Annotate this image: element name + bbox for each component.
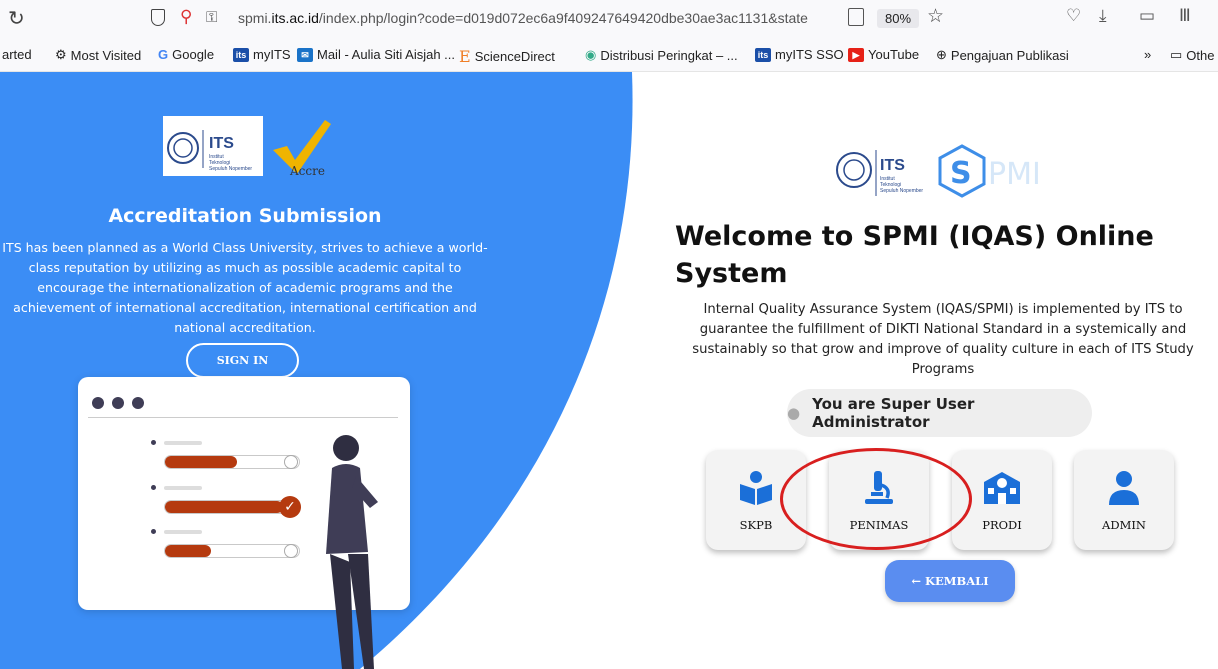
bookmark-youtube[interactable]: ▶ YouTube [848,47,919,62]
progress-fill [165,501,283,513]
page-icon[interactable]: ▭ [1139,6,1155,26]
svg-text:S: S [950,156,972,191]
bookmark-star-icon[interactable]: ☆ [927,5,944,27]
pocket-icon[interactable]: ♡ [1066,6,1081,26]
left-panel: ITS Institut Teknologi Sepuluh Nopember … [0,72,500,669]
mail-icon: ✉ [297,47,313,62]
window-dot [112,397,124,409]
bookmark-other[interactable]: ▭ Othe [1170,47,1214,63]
myits-sso-icon: its [755,47,771,62]
text-line [164,441,202,445]
bullet [151,485,156,490]
signal-icon: ◉ [585,47,597,62]
bookmark-sciencedirect[interactable]: E ScienceDirect [459,47,555,66]
myits-icon: its [233,47,249,62]
bookmark-distribusi[interactable]: ◉ Distribusi Peringkat – ... [585,47,738,63]
user-role-badge: ● You are Super User Administrator [787,389,1092,437]
tile-label: PRODI [982,518,1022,532]
reload-icon[interactable]: ↻ [8,6,25,30]
spmi-logo: S PMI [938,144,1041,198]
text-line [164,530,202,534]
address-bar: ↻ ⚲ ⚿ spmi.its.ac.id/index.php/login?cod… [0,0,1218,38]
accreditation-description: ITS has been planned as a World Class Un… [2,240,488,335]
intro-text: Internal Quality Assurance System (IQAS/… [692,302,1194,377]
bookmark-google[interactable]: G Google [158,47,214,62]
google-icon: G [158,47,169,62]
person-illustration [326,435,378,669]
reader-view-icon[interactable] [848,8,864,26]
shield-icon[interactable] [151,9,165,26]
url-field[interactable]: spmi.its.ac.id/index.php/login?code=d019… [238,10,838,26]
bookmark-myits[interactable]: its myITS [233,47,291,62]
bullet [151,440,156,445]
svg-text:Sepuluh Nopember: Sepuluh Nopember [880,188,923,194]
bookmark-pengajuan[interactable]: ⊕ Pengajuan Publikasi [936,47,1069,63]
youtube-icon: ▶ [848,47,864,62]
card-divider [88,417,398,418]
svg-text:Sepuluh Nopember: Sepuluh Nopember [209,166,252,172]
user-icon [1074,470,1174,506]
welcome-heading: Welcome to SPMI (IQAS) Online System [675,221,1154,289]
user-role-text: You are Super User Administrator [812,395,975,431]
accre-logo-text: Accre [290,164,325,178]
its-right-logo-text: ITS [880,157,905,174]
progress-fill [165,545,211,557]
unchecked-circle-icon [284,544,298,558]
checkmark-icon: ✓ [279,496,301,518]
permissions-icon[interactable]: ⚲ [180,7,192,27]
bullet [151,529,156,534]
red-highlight-ellipse [780,448,972,550]
bookmark-myits-sso[interactable]: its myITS SSO [755,47,844,62]
overflow-chevron-icon[interactable]: » [1144,47,1151,62]
its-logo-text: ITS [209,135,234,152]
zoom-level[interactable]: 80% [877,9,920,28]
unchecked-circle-icon [284,455,298,469]
library-icon[interactable]: Ⅲ [1179,6,1191,26]
connection-icon[interactable]: ⚿ [206,8,217,26]
sign-in-button[interactable]: SIGN IN [186,343,299,378]
globe-icon: ⊕ [936,47,947,62]
downloads-icon[interactable]: ⤓ [1099,6,1107,26]
back-button[interactable]: ← KEMBALI [885,560,1015,602]
its-logo: ITS Institut Teknologi Sepuluh Nopember [163,116,263,176]
window-dot [92,397,104,409]
progress-bar [164,544,300,558]
folder-icon: ▭ [1170,47,1183,62]
gear-icon: ⚙ [55,47,67,62]
tile-admin[interactable]: ADMIN [1074,450,1174,550]
bookmark-mail[interactable]: ✉ Mail - Aulia Siti Aisjah ... [297,47,455,62]
accreditation-title: Accreditation Submission [108,205,382,227]
progress-bar [164,455,300,469]
progress-fill [165,456,238,468]
bookmarks-bar: arted ⚙ Most Visited G Google its myITS ✉ Ma… [0,38,1218,72]
right-panel: ITS Institut Teknologi Sepuluh Nopember … [650,72,1218,669]
bookmark-most-visited[interactable]: ⚙ Most Visited [55,47,141,63]
tile-label: ADMIN [1102,518,1146,532]
window-dot [132,397,144,409]
spmi-logo-text: PMI [988,157,1041,192]
bookmark-started[interactable]: arted [2,47,32,62]
sciencedirect-icon: E [459,47,471,66]
its-logo-right: ITS Institut Teknologi Sepuluh Nopember [836,150,923,196]
user-icon: ● [787,404,801,422]
text-line [164,486,202,490]
